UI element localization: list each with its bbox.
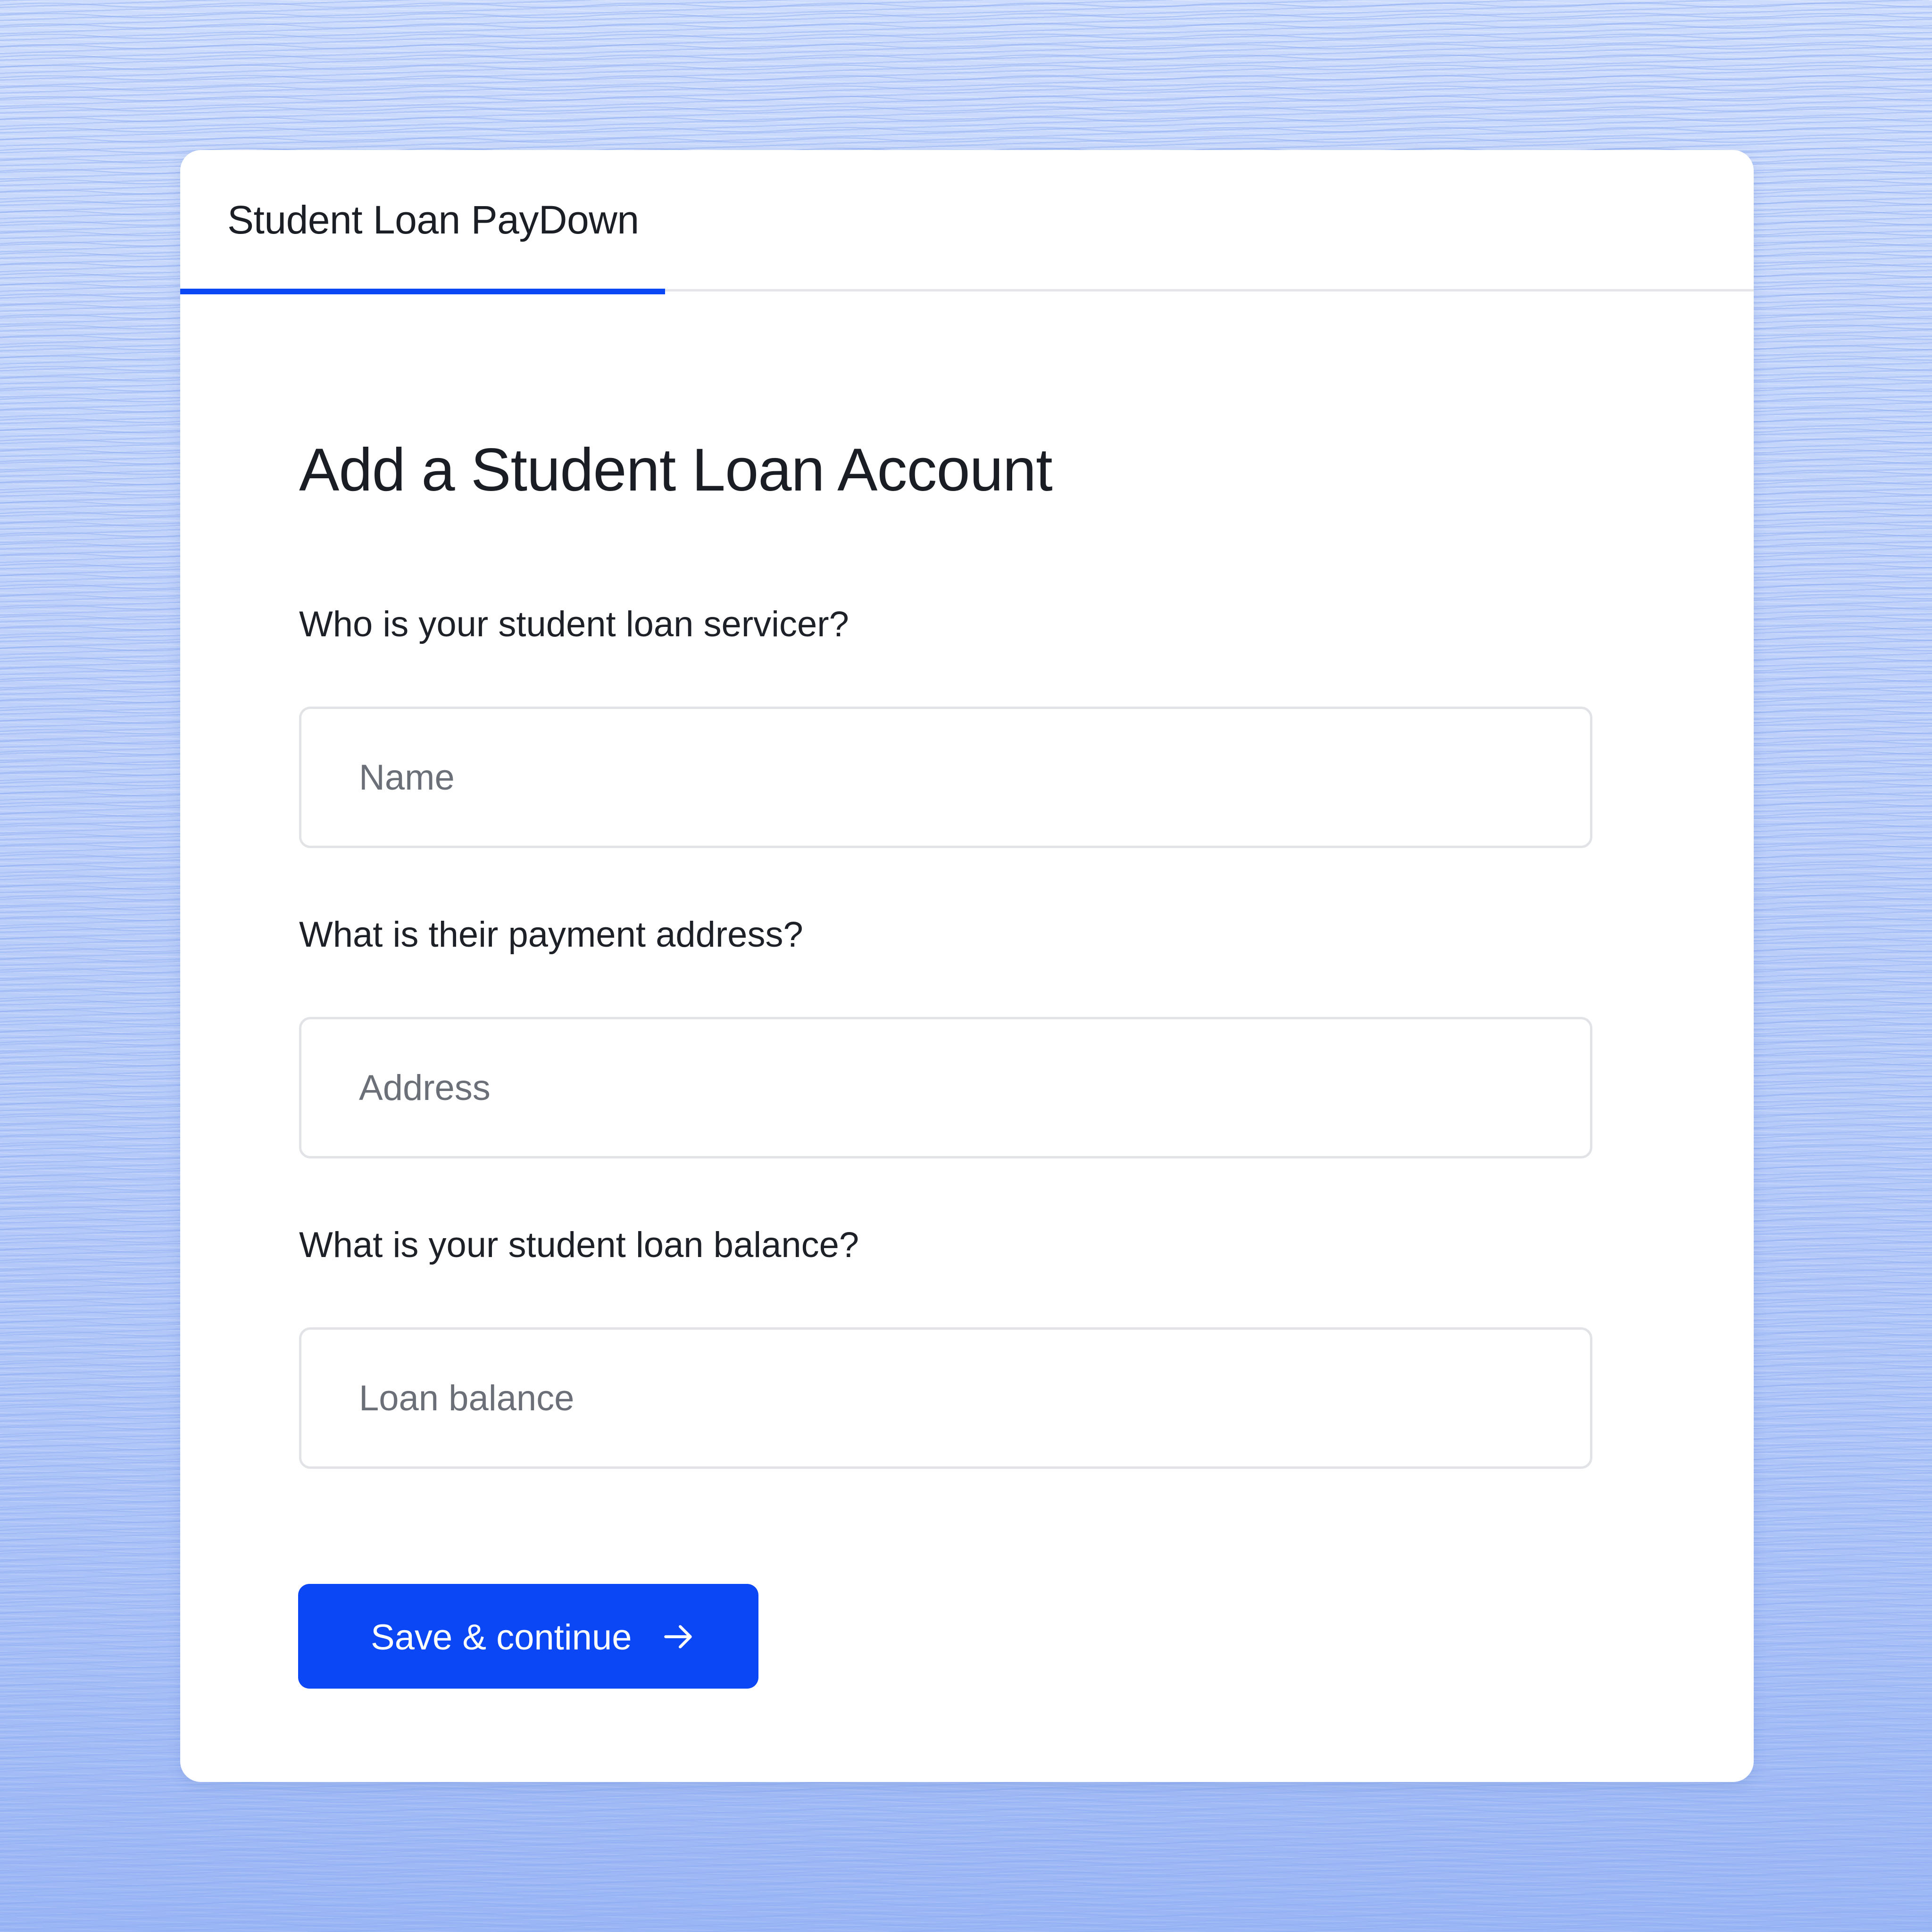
loan-account-card: Student Loan PayDown Add a Student Loan … xyxy=(180,150,1754,1782)
servicer-name-input[interactable] xyxy=(299,707,1592,848)
arrow-right-icon xyxy=(664,1625,692,1649)
loan-balance-label: What is your student loan balance? xyxy=(299,1225,859,1265)
save-continue-button[interactable]: Save & continue xyxy=(298,1584,758,1689)
tab-label: Student Loan PayDown xyxy=(227,198,639,242)
loan-balance-input[interactable] xyxy=(299,1327,1592,1469)
page-title: Add a Student Loan Account xyxy=(299,436,1053,504)
tab-student-loan-paydown[interactable]: Student Loan PayDown xyxy=(180,150,665,294)
tab-bar: Student Loan PayDown xyxy=(180,150,1754,294)
payment-address-label: What is their payment address? xyxy=(299,915,803,955)
servicer-label: Who is your student loan servicer? xyxy=(299,604,849,644)
save-continue-label: Save & continue xyxy=(371,1617,632,1657)
payment-address-input[interactable] xyxy=(299,1017,1592,1158)
